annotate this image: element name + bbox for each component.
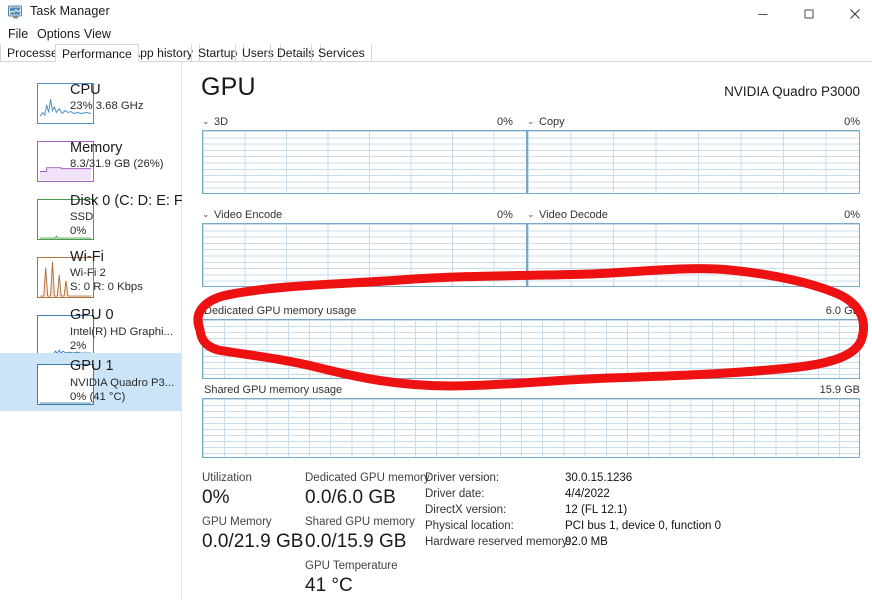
shared-memory-max: 15.9 GB — [819, 384, 860, 396]
graph-shared-gpu-memory — [202, 398, 860, 458]
engine-label-copy[interactable]: ⌄ Copy — [527, 116, 565, 128]
stat-value-gpu-memory: 0.0/21.9 GB — [202, 531, 304, 552]
minimize-icon[interactable] — [740, 0, 786, 28]
sidebar-item-gpu-1[interactable]: GPU 1 NVIDIA Quadro P3... 0% (41 °C) — [0, 353, 181, 411]
gpu-detail-panel: GPU NVIDIA Quadro P3000 ⌄ 3D 0% ⌄ Copy 0% … — [182, 62, 872, 600]
info-value-driver-version: 30.0.15.1236 — [565, 472, 633, 484]
sidebar-item-sub2: 0% (41 °C) — [70, 391, 126, 403]
engine-label-video-decode[interactable]: ⌄ Video Decode — [527, 209, 608, 221]
sidebar-item-label: Disk 0 (C: D: E: F:) — [70, 193, 192, 209]
stat-label-shared-gpu-memory: Shared GPU memory — [305, 516, 415, 528]
chevron-down-icon[interactable]: ⌄ — [202, 209, 211, 220]
info-value-driver-date: 4/4/2022 — [565, 488, 610, 500]
info-label-physical-location: Physical location: — [425, 520, 514, 532]
sidebar-item-sub2: 2% — [70, 340, 87, 352]
grid-lines — [528, 131, 859, 193]
graph-copy — [527, 130, 860, 194]
stat-value-dedicated-gpu-memory: 0.0/6.0 GB — [305, 487, 396, 508]
chevron-down-icon[interactable]: ⌄ — [527, 209, 536, 220]
sidebar-item-label: GPU 1 — [70, 358, 114, 374]
info-value-physical-location: PCI bus 1, device 0, function 0 — [565, 520, 721, 532]
tab-strip: Processes Performance App history Startu… — [0, 44, 872, 62]
dedicated-memory-max: 6.0 GB — [825, 305, 860, 317]
maximize-icon[interactable] — [786, 0, 832, 28]
info-label-driver-version: Driver version: — [425, 472, 500, 484]
window-title: Task Manager — [30, 4, 110, 18]
stat-label-gpu-memory: GPU Memory — [202, 516, 272, 528]
page-title: GPU — [201, 73, 256, 101]
engine-label-3d[interactable]: ⌄ 3D — [202, 116, 228, 128]
task-manager-window: Task Manager File Options View Processes… — [0, 0, 872, 600]
engine-value-video-encode: 0% — [497, 209, 513, 221]
sidebar-item-label: GPU 0 — [70, 307, 114, 323]
resource-sidebar: CPU 23% 3.68 GHz Memory 8.3/31.9 GB (26%… — [0, 62, 192, 600]
engine-value-3d: 0% — [497, 116, 513, 128]
grid-lines — [203, 224, 526, 286]
sidebar-item-cpu[interactable]: CPU 23% 3.68 GHz — [0, 72, 181, 130]
sidebar-item-sub1: SSD — [70, 211, 94, 223]
sidebar-item-sub1: 8.3/31.9 GB (26%) — [70, 158, 164, 170]
sidebar-item-sub1: Intel(R) HD Graphi... — [70, 326, 173, 338]
info-label-driver-date: Driver date: — [425, 488, 485, 500]
stat-label-utilization: Utilization — [202, 472, 252, 484]
engine-value-copy: 0% — [844, 116, 860, 128]
sidebar-item-sub1: NVIDIA Quadro P3... — [70, 377, 175, 389]
grid-lines — [203, 399, 859, 457]
info-value-hardware-reserved-memory: 92.0 MB — [565, 536, 608, 548]
sidebar-item-sub2: S: 0 R: 0 Kbps — [70, 281, 143, 293]
sidebar-item-memory[interactable]: Memory 8.3/31.9 GB (26%) — [0, 130, 181, 188]
sidebar-item-sub1: Wi-Fi 2 — [70, 267, 106, 279]
menu-options[interactable]: Options — [33, 26, 84, 42]
stat-label-dedicated-gpu-memory: Dedicated GPU memory — [305, 472, 430, 484]
chevron-down-icon[interactable]: ⌄ — [527, 116, 536, 127]
stat-value-shared-gpu-memory: 0.0/15.9 GB — [305, 531, 407, 552]
dedicated-memory-label: Dedicated GPU memory usage — [204, 305, 357, 317]
gpu-model-label: NVIDIA Quadro P3000 — [724, 84, 860, 99]
title-bar: Task Manager — [0, 0, 872, 28]
engine-label-video-encode[interactable]: ⌄ Video Encode — [202, 209, 282, 221]
sidebar-item-wifi[interactable]: Wi-Fi Wi-Fi 2 S: 0 R: 0 Kbps — [0, 246, 181, 304]
graph-video-decode — [527, 223, 860, 287]
menu-file[interactable]: File — [4, 26, 32, 42]
graph-3d — [202, 130, 527, 194]
task-manager-icon — [7, 5, 24, 20]
stat-label-gpu-temperature: GPU Temperature — [305, 560, 398, 572]
engine-value-video-decode: 0% — [844, 209, 860, 221]
sidebar-item-disk-0[interactable]: Disk 0 (C: D: E: F:) SSD 0% — [0, 188, 192, 246]
stat-value-utilization: 0% — [202, 487, 230, 508]
sidebar-item-label: CPU — [70, 82, 101, 98]
chevron-down-icon[interactable]: ⌄ — [202, 116, 211, 127]
menu-view[interactable]: View — [80, 26, 115, 42]
tab-services[interactable]: Services — [311, 44, 372, 62]
info-value-directx-version: 12 (FL 12.1) — [565, 504, 628, 516]
grid-lines — [203, 131, 526, 193]
grid-lines — [203, 320, 859, 378]
tab-performance[interactable]: Performance — [55, 44, 139, 62]
sidebar-item-label: Wi-Fi — [70, 249, 104, 265]
graph-dedicated-gpu-memory — [202, 319, 860, 379]
stat-value-gpu-temperature: 41 °C — [305, 575, 353, 596]
grid-lines — [528, 224, 859, 286]
info-label-directx-version: DirectX version: — [425, 504, 507, 516]
graph-video-encode — [202, 223, 527, 287]
info-label-hardware-reserved-memory: Hardware reserved memory: — [425, 536, 571, 548]
close-icon[interactable] — [832, 0, 872, 28]
sidebar-item-sub2: 0% — [70, 225, 87, 237]
shared-memory-label: Shared GPU memory usage — [204, 384, 343, 396]
sidebar-item-label: Memory — [70, 140, 123, 156]
sidebar-item-sub1: 23% 3.68 GHz — [70, 100, 144, 112]
